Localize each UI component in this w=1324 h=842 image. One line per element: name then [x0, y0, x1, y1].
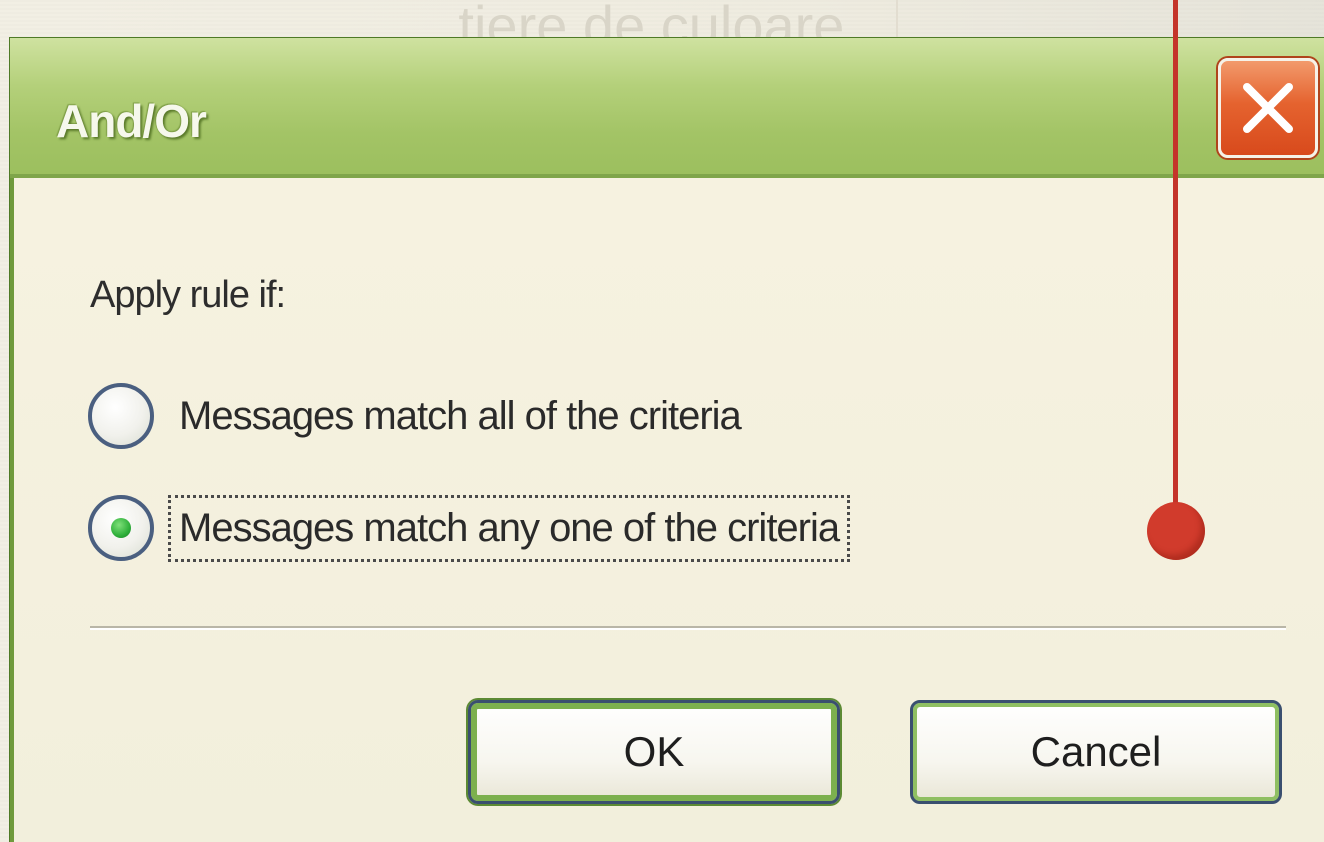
radio-match-all[interactable]: Messages match all of the criteria: [88, 378, 752, 454]
radio-match-all-label[interactable]: Messages match all of the criteria: [168, 383, 752, 450]
radio-button-unselected[interactable]: [88, 383, 154, 449]
title-bar[interactable]: And/Or: [10, 38, 1324, 178]
ok-button[interactable]: OK: [468, 700, 840, 804]
callout-line: [1173, 0, 1178, 510]
dialog-body: Apply rule if: Messages match all of the…: [14, 178, 1324, 842]
close-icon: [1243, 83, 1293, 133]
dialog-title: And/Or: [56, 95, 207, 147]
apply-rule-label: Apply rule if:: [90, 274, 286, 316]
radio-button-selected[interactable]: [88, 495, 154, 561]
and-or-dialog: And/Or Apply rule if: Messages match all…: [10, 38, 1324, 842]
callout-marker: [1147, 502, 1205, 560]
cancel-button[interactable]: Cancel: [910, 700, 1282, 804]
radio-selected-dot: [111, 518, 131, 538]
close-button[interactable]: [1218, 58, 1318, 158]
radio-match-any[interactable]: Messages match any one of the criteria: [88, 490, 851, 566]
radio-match-any-label[interactable]: Messages match any one of the criteria: [168, 494, 851, 562]
separator: [90, 626, 1286, 630]
